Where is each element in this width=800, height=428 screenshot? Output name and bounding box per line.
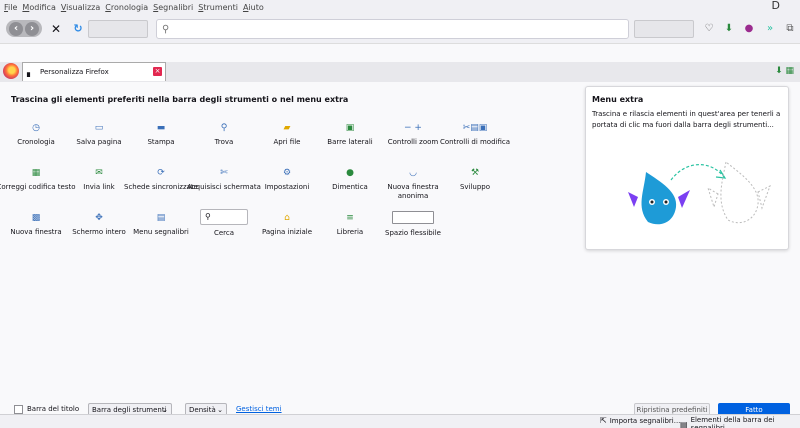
density-select-label: Densità	[189, 406, 216, 414]
import-icon: ⇱	[600, 416, 607, 425]
palette-item-label: Spazio flessibile	[385, 229, 441, 237]
palette-item-label: Controlli di modifica	[439, 138, 511, 146]
overflow-description: Trascina e rilascia elementi in quest'ar…	[592, 110, 781, 129]
palette-item-developer[interactable]: ⚒ Sviluppo	[435, 167, 515, 192]
account-icon[interactable]: ●	[742, 22, 756, 36]
title-bar-checkbox[interactable]	[14, 405, 23, 414]
overflow-title: Menu extra	[592, 95, 644, 104]
menu-segnalibri[interactable]: Segnalibri	[153, 3, 193, 12]
import-bookmarks-item[interactable]: ⇱ Importa segnalibri...	[600, 416, 680, 425]
toolbars-select-label: Barra degli strumenti	[92, 406, 167, 414]
dragon-icon	[628, 172, 690, 225]
tab-strip-icons: ⬇ ▦	[775, 66, 794, 76]
menu-visualizza[interactable]: Visualizza	[61, 3, 100, 12]
toolbar-spacer-right[interactable]	[634, 20, 694, 38]
firefox-logo-icon	[3, 63, 19, 79]
title-bar-label: Barra del titolo	[27, 405, 80, 413]
tab-customize[interactable]: ▖ Personalizza Firefox ×	[22, 62, 166, 81]
toolbar-spacer-left[interactable]	[88, 20, 148, 38]
stop-button[interactable]: ✕	[48, 21, 64, 37]
palette-item-label: Sviluppo	[459, 183, 491, 191]
tab-title: Personalizza Firefox	[40, 68, 109, 76]
customize-icon: ▖	[27, 67, 34, 77]
extensions-icon[interactable]: ⧉	[783, 22, 797, 36]
url-bar[interactable]: ⚲	[156, 19, 629, 39]
bookmark-folder-icon: ▤	[680, 419, 688, 428]
search-icon: ⚲	[200, 209, 248, 225]
developer-icon: ⚒	[470, 168, 480, 178]
pocket-icon[interactable]: ♡	[702, 22, 716, 36]
bookmarks-toolbar-items-label: Elementi della barra dei segnalibri	[690, 416, 775, 428]
tab-close-icon[interactable]: ×	[153, 67, 162, 76]
edit-controls-icon: ✂▤▣	[462, 123, 488, 133]
bookmarks-toolbar-items[interactable]: ▤ Elementi della barra dei segnalibri	[680, 416, 800, 428]
manage-themes-link[interactable]: Gestisci temi	[236, 405, 282, 413]
url-search-icon: ⚲	[162, 23, 170, 35]
menu-aiuto[interactable]: Aiuto	[243, 3, 264, 12]
forward-button[interactable]: ›	[25, 21, 39, 36]
download-tab-icon[interactable]: ⬇	[775, 66, 783, 76]
overflow-chevron-icon[interactable]: »	[763, 22, 777, 36]
menu-cronologia[interactable]: Cronologia	[105, 3, 148, 12]
menu-bar: File Modifica Visualizza Cronologia Segn…	[0, 0, 800, 14]
menu-modifica[interactable]: Modifica	[22, 3, 55, 12]
window-corner-glyph: D	[771, 0, 780, 12]
menu-strumenti[interactable]: Strumenti	[198, 3, 238, 12]
overflow-panel[interactable]: Menu extra Trascina e rilascia elementi …	[585, 86, 789, 250]
menu-file[interactable]: File	[4, 3, 17, 12]
palette-item-flexible-space[interactable]: Spazio flessibile	[373, 211, 453, 238]
palette-item-edit-controls[interactable]: ✂▤▣ Controlli di modifica	[435, 122, 515, 147]
overflow-illustration	[628, 161, 771, 225]
palette-heading: Trascina gli elementi preferiti nella ba…	[11, 95, 349, 104]
downloads-icon[interactable]: ⬇	[722, 22, 736, 36]
back-button[interactable]: ‹	[9, 21, 23, 36]
import-bookmarks-label: Importa segnalibri...	[609, 416, 681, 425]
grid-icon[interactable]: ▦	[785, 66, 794, 76]
back-forward-group: ‹ ›	[6, 20, 42, 37]
reload-button[interactable]: ↻	[70, 21, 86, 37]
flexible-space-icon	[392, 211, 434, 224]
